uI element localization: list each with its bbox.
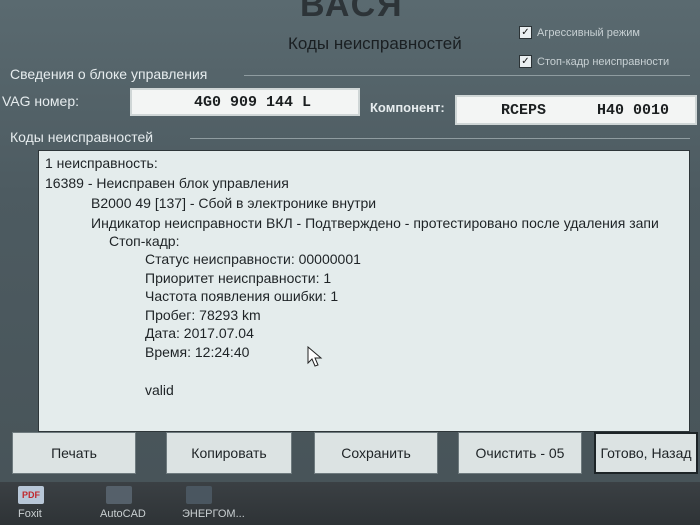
taskbar-item-autocad[interactable]: AutoCAD [100,508,146,520]
app-title: ВАСЯ [300,0,404,24]
done-back-button[interactable]: Готово, Назад [594,432,698,474]
aggressive-mode-label: Агрессивный режим [537,26,640,39]
fault-codes-window: ВАСЯ Коды неисправностей ✓ Агрессивный р… [0,0,700,482]
fault-line: Статус неисправности: 00000001 [145,251,361,267]
group-divider [190,138,690,139]
copy-button[interactable]: Копировать [166,432,292,474]
control-unit-group-label: Сведения о блоке управления [10,66,208,82]
aggressive-mode-checkbox[interactable]: ✓ Агрессивный режим [519,26,640,39]
clear-codes-button[interactable]: Очистить - 05 [458,432,582,474]
energom-icon[interactable] [186,486,212,504]
component-field[interactable]: RCEPS H40 0010 [455,95,697,125]
fault-codes-group-label: Коды неисправностей [10,129,154,145]
autocad-icon[interactable] [106,486,132,504]
freeze-frame-label: Стоп-кадр неисправности [537,55,670,68]
fault-line: B2000 49 [137] - Сбой в электронике внут… [91,195,377,211]
mouse-pointer-icon [307,346,323,367]
window-subtitle: Коды неисправностей [288,34,462,53]
fault-line: Частота появления ошибки: 1 [145,288,339,304]
taskbar-item-foxit[interactable]: Foxit [18,508,42,520]
fault-line: Индикатор неисправности ВКЛ - Подтвержде… [91,215,659,231]
component-version: H40 0010 [597,101,670,119]
fault-line: valid [145,382,174,398]
fault-line: 1 неисправность: [45,155,158,171]
freeze-frame-checkbox[interactable]: ✓ Стоп-кадр неисправности [519,55,669,68]
fault-line: 16389 - Неисправен блок управления [45,175,289,191]
fault-line: Дата: 2017.07.04 [145,325,254,341]
fault-codes-textarea[interactable]: 1 неисправность: 16389 - Неисправен блок… [38,150,690,432]
check-icon: ✓ [519,26,532,39]
foxit-pdf-icon[interactable]: PDF [18,486,44,504]
save-button[interactable]: Сохранить [314,432,438,474]
fault-line: Время: 12:24:40 [145,344,250,360]
print-button[interactable]: Печать [12,432,136,474]
component-label: Компонент: [370,100,445,115]
part-number-field[interactable]: 4G0 909 144 L [130,88,360,116]
fault-line: Стоп-кадр: [109,233,180,249]
taskbar-item-energom[interactable]: ЭНЕРГОМ... [182,508,245,520]
fault-line: Приоритет неисправности: 1 [145,270,332,286]
group-divider [244,75,690,76]
check-icon: ✓ [519,55,532,68]
fault-line: Пробег: 78293 km [145,307,261,323]
part-number-label: VAG номер: [2,93,80,109]
component-name: RCEPS [501,101,547,119]
taskbar: PDF Foxit AutoCAD ЭНЕРГОМ... [0,482,700,525]
